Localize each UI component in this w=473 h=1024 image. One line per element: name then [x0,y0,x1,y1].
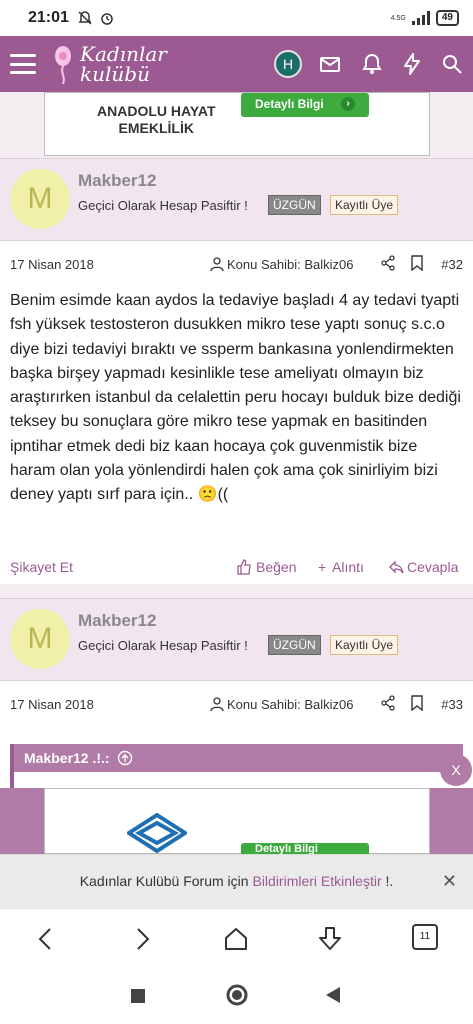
person-icon [210,257,224,271]
signal-icon [411,11,430,25]
status-bar: 21:01 4.5G 49 [0,0,473,36]
post-author-header: M Makber12 Geçici Olarak Hesap Pasiftir … [0,158,473,240]
network-type: 4.5G [390,14,406,22]
quote-block[interactable]: Makber12 .!.: [10,744,463,788]
enable-notifications-link[interactable]: Bildirimleri Etkinleştir [252,873,381,889]
ad-side-panel [0,788,44,854]
post-date[interactable]: 17 Nisan 2018 [10,257,94,272]
mood-badge: ÜZGÜN [268,635,321,655]
thread-owner: Konu Sahibi: Balkiz06 [227,697,354,712]
post-date[interactable]: 17 Nisan 2018 [10,697,94,712]
logo-text-line1: Kadınlar [80,42,167,66]
share-icon[interactable] [380,255,396,271]
browser-toolbar [0,908,473,968]
user-avatar[interactable]: H [274,50,302,78]
post-number[interactable]: #33 [441,697,463,712]
lightning-icon[interactable] [400,52,424,76]
post-author-header: M Makber12 Geçici Olarak Hesap Pasiftir … [0,598,473,680]
thumbs-up-icon[interactable] [236,559,252,575]
alarm-icon [101,13,113,25]
close-ad-button[interactable]: X [440,754,472,786]
status-icons [77,10,115,26]
advertisement-banner[interactable]: ANADOLU HAYAT EMEKLİLİK Detaylı Bilgi › [44,92,430,156]
mail-icon[interactable] [318,52,342,76]
bookmark-icon[interactable] [410,255,424,271]
advertisement-banner[interactable]: Detaylı Bilgi [44,788,430,855]
search-icon[interactable] [440,52,464,76]
author-title: Geçici Olarak Hesap Pasiftir ! [78,638,248,653]
tabs-button[interactable]: 11 [412,924,438,950]
ad-side-panel [430,788,473,854]
ad-brand: ANADOLU HAYAT EMEKLİLİK [97,103,216,137]
notification-text: Kadınlar Kulübü Forum için [79,873,249,889]
reply-icon[interactable] [388,559,404,575]
back-icon[interactable] [32,925,60,953]
author-name[interactable]: Makber12 [78,611,156,631]
post-meta: 17 Nisan 2018 Konu Sahibi: Balkiz06 #32 [0,247,473,283]
reply-button[interactable]: Cevapla [407,559,458,575]
author-avatar[interactable]: M [10,609,70,669]
home-circle-icon[interactable] [226,984,248,1006]
home-icon[interactable] [222,925,250,953]
role-badge: Kayıtlı Üye [330,635,399,655]
download-icon[interactable] [316,925,344,953]
bookmark-icon[interactable] [410,695,424,711]
role-badge: Kayıtlı Üye [330,195,399,215]
ad-details-button[interactable]: Detaylı Bilgi › [241,93,369,117]
mood-badge: ÜZGÜN [268,195,321,215]
author-avatar[interactable]: M [10,169,70,229]
post-meta: 17 Nisan 2018 Konu Sahibi: Balkiz06 #33 [0,687,473,723]
quote-button[interactable]: Alıntı [332,559,364,575]
logo-flower-icon [55,46,71,84]
quote-header[interactable]: Makber12 .!.: [14,744,463,772]
report-link[interactable]: Şikayet Et [10,559,73,575]
ad-brand-line2: EMEKLİLİK [118,120,194,136]
author-name[interactable]: Makber12 [78,171,156,191]
logo-text-line2: kulübü [80,62,150,86]
status-time: 21:01 [28,9,69,26]
back-triangle-icon[interactable] [324,986,342,1004]
recents-icon[interactable] [130,988,146,1004]
bell-icon[interactable] [360,52,384,76]
battery-indicator: 49 [435,10,459,26]
post-body: 17 Nisan 2018 Konu Sahibi: Balkiz06 #32 … [0,240,473,584]
menu-icon[interactable] [10,54,36,74]
post-message: Benim esimde kaan aydos la tedaviye başl… [10,292,461,504]
chevron-right-icon: › [341,97,355,111]
post-actions: Şikayet Et Beğen + Alıntı Cevapla [0,549,473,585]
system-navigation-bar [0,968,473,1024]
ad-brand-line1: ANADOLU HAYAT [97,103,216,119]
thread-owner: Konu Sahibi: Balkiz06 [227,257,354,272]
arrow-up-circle-icon[interactable] [117,750,133,766]
ad-button-label: Detaylı Bilgi [255,97,324,111]
close-icon[interactable]: ✕ [442,855,457,907]
ad-logo-icon [127,813,187,853]
post-number[interactable]: #32 [441,257,463,272]
quote-author: Makber12 .!.: [24,750,110,766]
share-icon[interactable] [380,695,396,711]
notification-banner: Kadınlar Kulübü Forum için Bildirimleri … [0,854,473,908]
mute-notification-icon [78,11,92,25]
person-icon [210,697,224,711]
forward-icon[interactable] [128,925,156,953]
like-button[interactable]: Beğen [256,559,296,575]
author-title: Geçici Olarak Hesap Pasiftir ! [78,198,248,213]
plus-icon[interactable]: + [318,559,326,575]
notification-suffix: !. [385,873,394,889]
site-logo[interactable]: Kadınlar kulübü [50,44,167,84]
